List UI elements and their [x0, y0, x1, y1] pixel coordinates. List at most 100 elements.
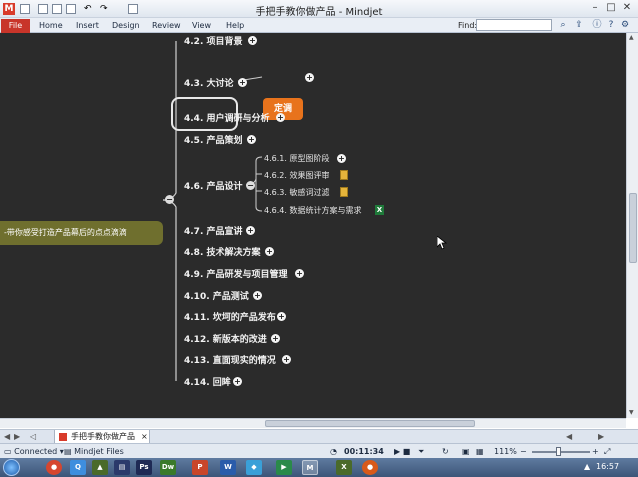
expand-icon[interactable]: +: [271, 334, 280, 343]
scroll-up-icon[interactable]: ▲: [629, 34, 634, 41]
word-icon[interactable]: W: [220, 460, 236, 475]
zoom-in-icon[interactable]: +: [592, 447, 599, 456]
subtopic-4-6-4[interactable]: 4.6.4. 数据统计方案与需求: [264, 205, 361, 216]
tab-design[interactable]: Design: [112, 21, 140, 30]
expand-icon[interactable]: +: [277, 312, 286, 321]
mindjet-files-link[interactable]: ▤ Mindjet Files: [64, 447, 124, 456]
tab-help[interactable]: Help: [226, 21, 244, 30]
subtopic-4-6-2[interactable]: 4.6.2. 效果图评审: [264, 170, 329, 181]
horizontal-scroll-thumb[interactable]: [265, 420, 475, 427]
excel-attachment-icon[interactable]: X: [375, 205, 384, 215]
central-topic[interactable]: -带你感受打造产品幕后的点点滴滴: [0, 221, 163, 245]
info-icon[interactable]: ⓘ: [592, 20, 602, 30]
expand-icon[interactable]: +: [282, 355, 291, 364]
excel-taskbar-icon[interactable]: X: [336, 460, 352, 475]
photoshop-icon[interactable]: Ps: [136, 460, 152, 475]
help-circle-icon[interactable]: ?: [606, 20, 616, 30]
horizontal-scrollbar[interactable]: [0, 418, 626, 428]
connection-status[interactable]: ▭ Connected ▾: [4, 447, 64, 456]
expand-icon[interactable]: +: [238, 78, 247, 87]
title-bar: M ↶ ↷ 手把手教你做产品 - Mindjet – □ ✕: [0, 0, 638, 18]
vertical-scroll-thumb[interactable]: [629, 193, 637, 263]
refresh-icon[interactable]: ↻: [442, 447, 449, 456]
topic-4-4[interactable]: 4.4. 用户调研与分析: [184, 111, 270, 124]
find-input[interactable]: [476, 19, 552, 31]
topic-4-2[interactable]: 4.2. 项目背景: [184, 34, 243, 47]
expand-icon[interactable]: +: [276, 113, 285, 122]
window-title: 手把手教你做产品 - Mindjet: [255, 7, 383, 18]
close-icon[interactable]: ✕: [620, 2, 634, 15]
scroll-down-icon[interactable]: ▼: [629, 409, 634, 416]
expand-icon[interactable]: +: [265, 247, 274, 256]
topic-4-12[interactable]: 4.12. 新版本的改进: [184, 332, 267, 345]
minimize-icon[interactable]: –: [588, 2, 602, 15]
expand-icon[interactable]: +: [305, 73, 314, 82]
expand-icon[interactable]: +: [248, 36, 257, 45]
tab-view[interactable]: View: [192, 21, 211, 30]
filter-icon[interactable]: ⏷: [418, 447, 424, 457]
mindjet-taskbar-icon[interactable]: M: [302, 460, 318, 475]
topic-4-9[interactable]: 4.9. 产品研发与项目管理: [184, 267, 288, 280]
attachment-icon[interactable]: [340, 170, 348, 180]
expand-icon[interactable]: +: [295, 269, 304, 278]
topic-4-8[interactable]: 4.8. 技术解决方案: [184, 245, 261, 258]
topic-4-14[interactable]: 4.14. 回眸: [184, 375, 231, 388]
topic-4-5[interactable]: 4.5. 产品策划: [184, 133, 243, 146]
scroll-left-icon[interactable]: ◀: [566, 432, 572, 441]
tab-prev-icon[interactable]: ◀: [4, 432, 10, 441]
firefox-icon[interactable]: ●: [362, 460, 378, 475]
file-tab[interactable]: File: [1, 19, 30, 33]
qq-icon[interactable]: Q: [70, 460, 86, 475]
topic-4-10[interactable]: 4.10. 产品测试: [184, 289, 249, 302]
maximize-icon[interactable]: □: [604, 2, 618, 15]
zoom-slider-knob[interactable]: [556, 447, 561, 456]
connection-icon: ▭: [4, 447, 15, 456]
view-icon[interactable]: ▦: [476, 447, 484, 456]
topic-4-3[interactable]: 4.3. 大讨论: [184, 76, 234, 89]
fit-map-icon[interactable]: ▣: [462, 447, 470, 456]
zoom-out-icon[interactable]: −: [520, 447, 527, 456]
tab-review[interactable]: Review: [152, 21, 181, 30]
tab-insert[interactable]: Insert: [76, 21, 99, 30]
expand-icon[interactable]: +: [337, 154, 346, 163]
powerpoint-icon[interactable]: P: [192, 460, 208, 475]
topic-4-11[interactable]: 4.11. 坎坷的产品发布: [184, 310, 276, 323]
collapse-icon[interactable]: −: [165, 195, 174, 204]
document-tab[interactable]: 手把手教你做产品 ×: [54, 430, 150, 444]
dreamweaver-icon[interactable]: Dw: [160, 460, 176, 475]
zoom-level[interactable]: 111%: [494, 447, 517, 456]
fit-window-icon[interactable]: ⤢: [604, 447, 610, 457]
map-canvas[interactable]: -带你感受打造产品幕后的点点滴滴 − 定调 + 4.2. 项目背景 + 4.3.…: [0, 33, 626, 418]
start-button[interactable]: [3, 459, 20, 476]
timer-icon[interactable]: ◔: [330, 447, 337, 456]
subtopic-4-6-3[interactable]: 4.6.3. 敏感词过滤: [264, 187, 329, 198]
zoom-slider[interactable]: [532, 451, 590, 453]
media-icon[interactable]: ▶: [276, 460, 292, 475]
tray-expand-icon[interactable]: ▲: [584, 462, 590, 471]
topic-4-6[interactable]: 4.6. 产品设计: [184, 179, 243, 192]
app-icon[interactable]: ▲: [92, 460, 108, 475]
collapse-icon[interactable]: −: [246, 181, 255, 190]
scroll-right-icon[interactable]: ▶: [598, 432, 604, 441]
topic-4-13[interactable]: 4.13. 直面现实的情况: [184, 353, 276, 366]
tab-next-icon[interactable]: ▶: [14, 432, 20, 441]
close-tab-icon[interactable]: ×: [141, 430, 148, 443]
settings-icon[interactable]: ⚙: [620, 20, 630, 30]
attachment-icon[interactable]: [340, 187, 348, 197]
browser-icon[interactable]: ◆: [246, 460, 262, 475]
search-icon[interactable]: ⌕: [558, 20, 568, 30]
vertical-scrollbar[interactable]: ▲ ▼: [626, 33, 638, 418]
tab-list-icon[interactable]: ◁: [30, 432, 36, 441]
share-icon[interactable]: ⇪: [574, 20, 584, 30]
timer-controls[interactable]: ▶ ■: [394, 447, 410, 456]
topic-4-7[interactable]: 4.7. 产品宣讲: [184, 224, 243, 237]
expand-icon[interactable]: +: [246, 226, 255, 235]
expand-icon[interactable]: +: [233, 377, 242, 386]
subtopic-4-6-1[interactable]: 4.6.1. 原型图阶段: [264, 153, 329, 164]
folder-icon[interactable]: ▤: [114, 460, 130, 475]
tab-home[interactable]: Home: [39, 21, 63, 30]
expand-icon[interactable]: +: [253, 291, 262, 300]
timer-readout: 00:11:34: [344, 447, 384, 456]
expand-icon[interactable]: +: [247, 135, 256, 144]
chrome-icon[interactable]: ●: [46, 460, 62, 475]
